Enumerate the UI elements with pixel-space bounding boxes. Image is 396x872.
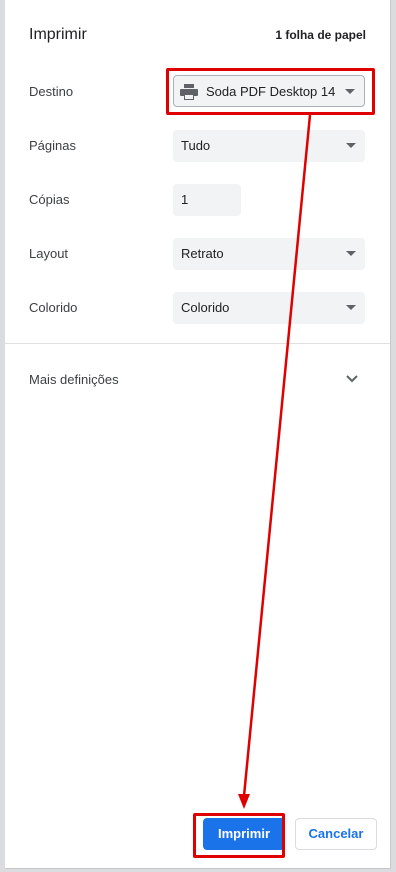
annotation-arrow xyxy=(238,114,312,809)
arrow-head-icon xyxy=(238,794,250,809)
